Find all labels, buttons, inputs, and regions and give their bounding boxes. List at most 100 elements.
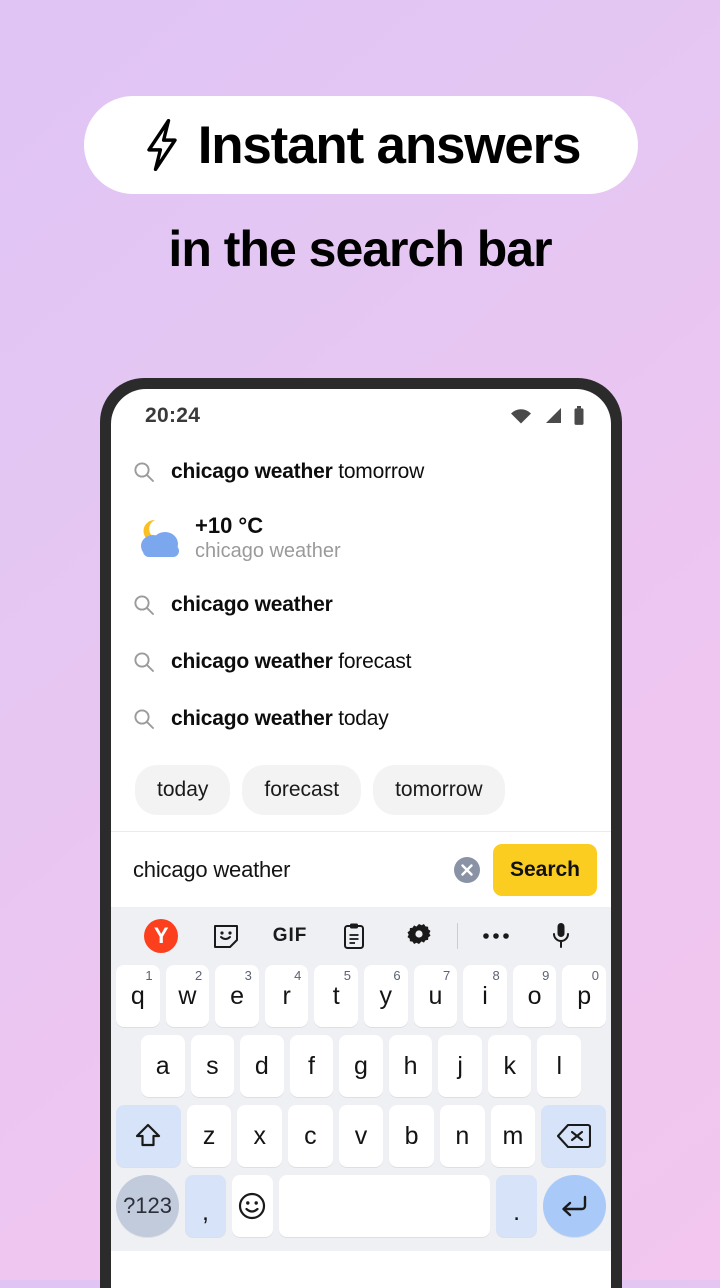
- phone-mockup: 20:24 chicago weather tomorrow +10 °C ch…: [100, 378, 622, 1288]
- emoji-smiley-icon: [239, 1192, 266, 1220]
- symbols-key[interactable]: ?123: [116, 1175, 180, 1237]
- key-q[interactable]: 1q: [116, 965, 160, 1027]
- shift-arrow-icon: [136, 1123, 161, 1147]
- key-n[interactable]: n: [439, 1105, 485, 1167]
- key-u[interactable]: 7u: [413, 965, 458, 1027]
- suggestion-list: chicago weather tomorrow +10 °C chicago …: [111, 443, 611, 751]
- enter-arrow-icon: [562, 1195, 587, 1217]
- keyboard-row-4: ?123 , .: [111, 1175, 611, 1245]
- comma-key[interactable]: ,: [185, 1175, 226, 1237]
- phone-screen: 20:24 chicago weather tomorrow +10 °C ch…: [111, 389, 611, 1288]
- key-label: p: [577, 981, 592, 1010]
- suggestion-bold-text: chicago weather: [171, 459, 333, 483]
- wifi-icon: [511, 409, 531, 424]
- key-number: 7: [442, 968, 451, 983]
- key-v[interactable]: v: [338, 1105, 384, 1167]
- weather-temperature: +10 °C: [195, 512, 264, 538]
- headline-text: Instant answers: [197, 115, 582, 175]
- key-label: i: [482, 981, 488, 1010]
- search-input[interactable]: chicago weather: [133, 857, 441, 883]
- key-label: u: [428, 981, 443, 1010]
- key-label: e: [230, 981, 244, 1010]
- suggestion-bold-text: chicago weather: [171, 706, 333, 730]
- key-x[interactable]: x: [237, 1105, 283, 1167]
- status-clock: 20:24: [145, 404, 201, 427]
- yandex-logo-icon[interactable]: Y: [129, 919, 193, 953]
- key-f[interactable]: f: [289, 1035, 334, 1097]
- space-key[interactable]: [278, 1175, 491, 1237]
- microphone-icon[interactable]: [529, 922, 593, 950]
- chip-today[interactable]: today: [135, 765, 231, 815]
- status-icon-group: [509, 406, 585, 426]
- key-g[interactable]: g: [339, 1035, 383, 1097]
- suggestion-row[interactable]: chicago weather forecast: [111, 633, 611, 690]
- keyboard-row-3: z x c v b n m: [111, 1105, 611, 1175]
- key-p[interactable]: 0p: [562, 965, 606, 1027]
- clipboard-icon[interactable]: [322, 923, 386, 949]
- key-c[interactable]: c: [288, 1105, 333, 1167]
- search-button[interactable]: Search: [492, 843, 597, 896]
- shift-key[interactable]: [116, 1105, 181, 1167]
- period-key[interactable]: .: [496, 1175, 537, 1237]
- key-number: 1: [145, 968, 153, 983]
- emoji-key[interactable]: [231, 1175, 273, 1237]
- yandex-logo-letter: Y: [144, 919, 179, 953]
- virtual-keyboard: Y GIF 1 q 2 w 3 e 4 r 5 t 6 y 7 u 8 i 9 …: [111, 907, 611, 1251]
- chip-row: today forecast tomorrow: [111, 751, 611, 831]
- chip-tomorrow[interactable]: tomorrow: [373, 765, 505, 815]
- key-h[interactable]: h: [388, 1035, 433, 1097]
- key-t[interactable]: 5t: [314, 965, 358, 1027]
- suggestion-row[interactable]: chicago weather tomorrow: [111, 443, 611, 500]
- gif-label: GIF: [272, 925, 308, 946]
- key-y[interactable]: 6y: [364, 965, 408, 1027]
- battery-icon: [574, 406, 584, 425]
- key-j[interactable]: j: [438, 1035, 482, 1097]
- suggestion-rest-text: today: [332, 706, 389, 730]
- suggestion-row[interactable]: chicago weather: [111, 576, 611, 633]
- headline-pill: Instant answers: [84, 96, 638, 194]
- keyboard-row-2: a s d f g h j k l: [111, 1035, 611, 1105]
- search-icon: [133, 461, 171, 483]
- key-number: 8: [492, 968, 500, 983]
- key-w[interactable]: 2w: [165, 965, 210, 1027]
- key-d[interactable]: d: [240, 1035, 284, 1097]
- key-m[interactable]: m: [490, 1105, 536, 1167]
- gear-icon[interactable]: [387, 923, 451, 949]
- chip-forecast[interactable]: forecast: [242, 765, 362, 815]
- moon-cloud-icon: [141, 519, 179, 557]
- search-icon: [133, 708, 171, 730]
- sticker-icon[interactable]: [193, 923, 257, 949]
- suggestion-row[interactable]: chicago weather today: [111, 690, 611, 747]
- key-label: w: [178, 981, 197, 1010]
- key-number: 3: [244, 968, 252, 983]
- key-k[interactable]: k: [487, 1035, 532, 1097]
- key-l[interactable]: l: [537, 1035, 582, 1097]
- weather-query-label: chicago weather: [195, 540, 341, 563]
- key-a[interactable]: a: [140, 1035, 185, 1097]
- enter-key[interactable]: [542, 1175, 606, 1237]
- key-z[interactable]: z: [186, 1105, 232, 1167]
- backspace-key[interactable]: [541, 1105, 606, 1167]
- key-e[interactable]: 3e: [215, 965, 259, 1027]
- gif-icon[interactable]: GIF: [258, 925, 322, 947]
- key-number: 2: [194, 968, 203, 983]
- suggestion-rest-text: tomorrow: [332, 459, 425, 483]
- search-icon: [133, 594, 171, 616]
- suggestion-rest-text: forecast: [332, 649, 412, 673]
- clear-circle-icon[interactable]: [453, 856, 481, 884]
- suggestion-bold-text: chicago weather: [171, 592, 333, 616]
- search-bar: chicago weather Search: [111, 831, 611, 907]
- lightning-bolt-icon: [146, 119, 177, 171]
- search-icon: [133, 651, 171, 673]
- more-options-icon[interactable]: [464, 932, 528, 940]
- key-label: y: [379, 981, 393, 1010]
- key-r[interactable]: 4r: [264, 965, 309, 1027]
- key-i[interactable]: 8i: [463, 965, 507, 1027]
- backspace-icon: [556, 1123, 591, 1149]
- weather-answer-row[interactable]: +10 °C chicago weather: [111, 500, 611, 576]
- key-o[interactable]: 9o: [512, 965, 557, 1027]
- key-number: 6: [393, 968, 401, 983]
- key-s[interactable]: s: [190, 1035, 235, 1097]
- key-b[interactable]: b: [389, 1105, 434, 1167]
- key-label: r: [282, 981, 291, 1010]
